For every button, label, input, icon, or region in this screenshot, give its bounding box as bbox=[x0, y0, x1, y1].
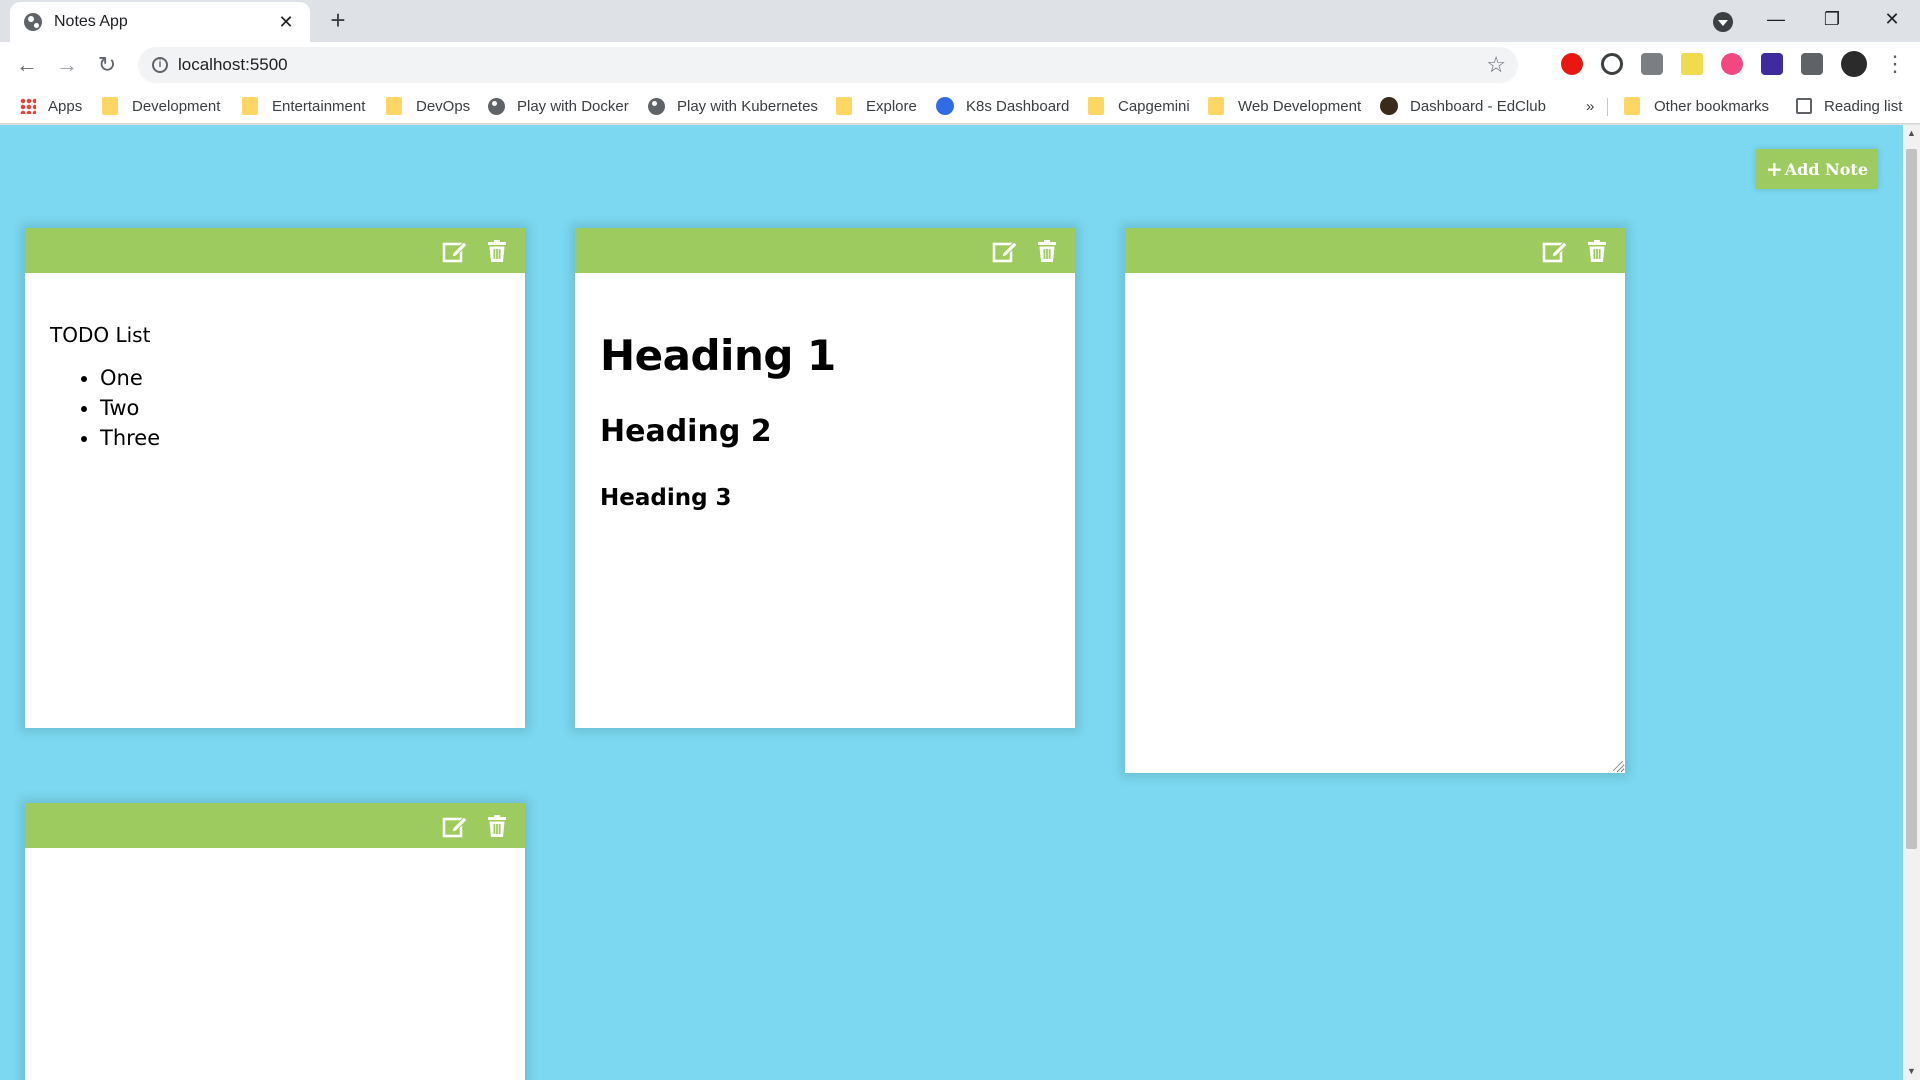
edit-icon[interactable] bbox=[1542, 238, 1568, 264]
kubernetes-icon bbox=[936, 97, 954, 115]
globe-icon bbox=[488, 97, 505, 115]
puzzle-icon[interactable] bbox=[1801, 53, 1823, 75]
scrollbar-thumb[interactable] bbox=[1906, 149, 1917, 849]
note-list: One Two Three bbox=[100, 363, 500, 453]
list-item: Three bbox=[100, 423, 500, 453]
note-toolbar bbox=[575, 228, 1075, 273]
extension-icon[interactable] bbox=[1641, 53, 1663, 75]
plus-icon: + bbox=[1766, 157, 1783, 181]
scroll-down-icon[interactable]: ▼ bbox=[1903, 1063, 1920, 1080]
scroll-up-icon[interactable]: ▲ bbox=[1903, 125, 1920, 142]
folder-icon bbox=[386, 97, 402, 115]
url-text[interactable]: localhost:5500 bbox=[178, 55, 288, 75]
reload-button[interactable]: ↻ bbox=[92, 50, 122, 80]
trash-icon[interactable] bbox=[484, 813, 510, 839]
bookmark-development[interactable]: Development bbox=[102, 94, 220, 118]
note-card bbox=[1125, 228, 1625, 773]
back-button[interactable]: ← bbox=[12, 50, 42, 80]
edit-icon[interactable] bbox=[442, 238, 468, 264]
list-item: Two bbox=[100, 393, 500, 423]
edclub-icon bbox=[1380, 97, 1398, 115]
folder-icon bbox=[1088, 97, 1104, 115]
tab-close-button[interactable]: ✕ bbox=[276, 12, 296, 33]
close-window-button[interactable]: ✕ bbox=[1864, 0, 1920, 40]
reading-list-button[interactable]: Reading list bbox=[1796, 94, 1902, 118]
resize-handle-icon[interactable] bbox=[1613, 761, 1623, 771]
edit-icon[interactable] bbox=[442, 813, 468, 839]
note-paragraph: TODO List bbox=[50, 323, 151, 347]
t-icon[interactable] bbox=[1721, 53, 1743, 75]
browser-tab[interactable]: Notes App ✕ bbox=[10, 2, 310, 42]
note-toolbar bbox=[25, 803, 525, 848]
minimize-button[interactable]: — bbox=[1748, 0, 1804, 40]
bookmark-play-with-docker[interactable]: Play with Docker bbox=[488, 94, 629, 118]
add-note-button[interactable]: + Add Note bbox=[1756, 149, 1878, 189]
adblock-icon[interactable] bbox=[1561, 53, 1583, 75]
folder-icon bbox=[242, 97, 258, 115]
bookmarks-bar: Apps Development Entertainment DevOps Pl… bbox=[0, 88, 1920, 124]
folder-icon bbox=[836, 97, 852, 115]
forward-button[interactable]: → bbox=[52, 50, 82, 80]
note-content[interactable] bbox=[25, 848, 525, 908]
note-card: TODO List One Two Three bbox=[25, 228, 525, 728]
list-item: One bbox=[100, 363, 500, 393]
note-heading-2: Heading 2 bbox=[600, 414, 772, 449]
tab-title: Notes App bbox=[54, 13, 128, 30]
bookmark-entertainment[interactable]: Entertainment bbox=[242, 94, 365, 118]
note-content[interactable]: Heading 1 Heading 2 Heading 3 bbox=[575, 273, 1075, 541]
bookmark-dashboard-edclub[interactable]: Dashboard - EdClub bbox=[1380, 94, 1546, 118]
vertical-scrollbar[interactable]: ▲ ▼ bbox=[1903, 125, 1920, 1080]
reading-list-icon bbox=[1796, 98, 1812, 114]
bookmarks-overflow-button[interactable]: » bbox=[1586, 94, 1594, 118]
add-note-label: Add Note bbox=[1784, 159, 1868, 179]
note-card bbox=[25, 803, 525, 1080]
bookmark-capgemini[interactable]: Capgemini bbox=[1088, 94, 1190, 118]
apps-grid-icon bbox=[20, 98, 36, 114]
page-viewport: + Add Note TODO List One Two Three bbox=[0, 125, 1920, 1080]
js-icon[interactable] bbox=[1681, 53, 1703, 75]
note-card: Heading 1 Heading 2 Heading 3 bbox=[575, 228, 1075, 728]
note-content[interactable]: TODO List One Two Three bbox=[25, 273, 525, 483]
trash-icon[interactable] bbox=[484, 238, 510, 264]
globe-icon bbox=[648, 97, 665, 115]
globe-icon bbox=[24, 13, 42, 31]
bookmark-k8s-dashboard[interactable]: K8s Dashboard bbox=[936, 94, 1069, 118]
note-heading-1: Heading 1 bbox=[600, 331, 836, 380]
folder-icon bbox=[102, 97, 118, 115]
restore-button[interactable]: ❐ bbox=[1804, 0, 1860, 40]
bookmark-explore[interactable]: Explore bbox=[836, 94, 917, 118]
bookmark-devops[interactable]: DevOps bbox=[386, 94, 470, 118]
folder-icon bbox=[1208, 97, 1224, 115]
edit-icon[interactable] bbox=[992, 238, 1018, 264]
address-bar[interactable]: i localhost:5500 ☆ bbox=[138, 47, 1518, 83]
browser-toolbar: ← → ↻ i localhost:5500 ☆ ⋮ bbox=[0, 42, 1920, 88]
bookmark-other-bookmarks[interactable]: Other bookmarks bbox=[1624, 94, 1769, 118]
note-toolbar bbox=[1125, 228, 1625, 273]
tab-search-icon[interactable] bbox=[1713, 12, 1733, 32]
menu-icon[interactable]: ⋮ bbox=[1884, 50, 1906, 78]
note-heading-3: Heading 3 bbox=[600, 485, 732, 511]
folder-icon bbox=[1624, 97, 1640, 115]
note-toolbar bbox=[25, 228, 525, 273]
bookmark-play-with-kubernetes[interactable]: Play with Kubernetes bbox=[648, 94, 818, 118]
info-icon[interactable]: i bbox=[152, 57, 168, 73]
trash-icon[interactable] bbox=[1034, 238, 1060, 264]
bookmarks-divider bbox=[1607, 98, 1608, 116]
extension-badge-icon[interactable] bbox=[1761, 53, 1783, 75]
profile-avatar[interactable] bbox=[1841, 51, 1867, 77]
bookmark-star-icon[interactable]: ☆ bbox=[1486, 52, 1506, 78]
block-icon[interactable] bbox=[1601, 53, 1623, 75]
bookmark-apps[interactable]: Apps bbox=[20, 94, 82, 118]
note-textarea[interactable] bbox=[1125, 273, 1625, 773]
trash-icon[interactable] bbox=[1584, 238, 1610, 264]
new-tab-button[interactable]: + bbox=[323, 6, 353, 36]
tab-strip: Notes App ✕ + — ❐ ✕ bbox=[0, 0, 1920, 42]
bookmark-web-development[interactable]: Web Development bbox=[1208, 94, 1361, 118]
